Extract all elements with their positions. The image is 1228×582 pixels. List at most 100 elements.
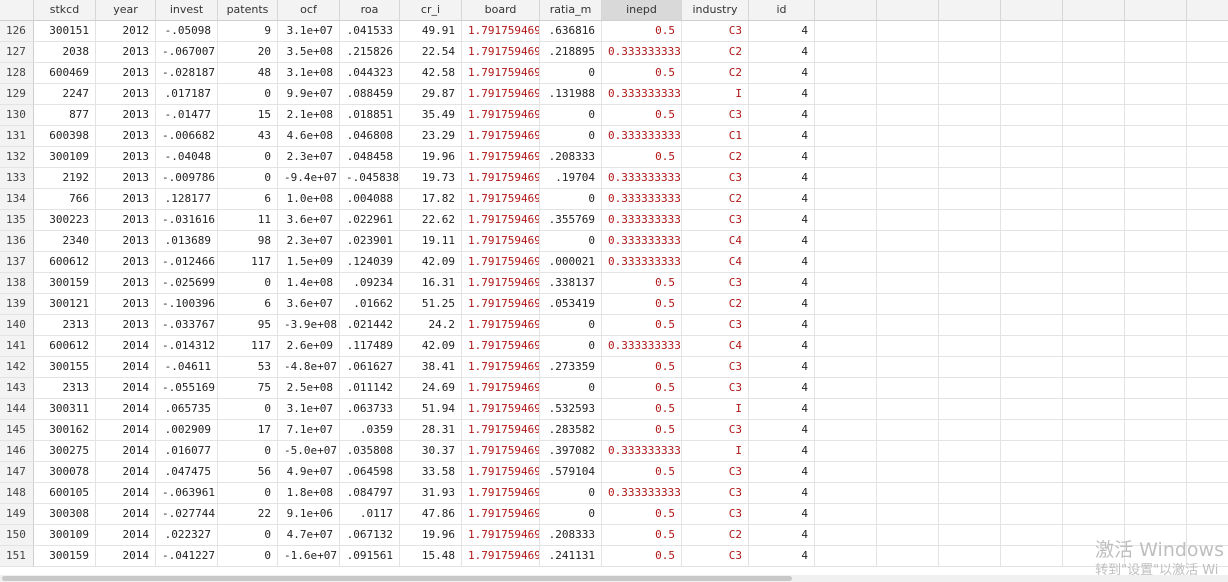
empty-cell[interactable] <box>939 294 1001 315</box>
cell-roa[interactable]: .011142 <box>340 378 400 399</box>
table-row[interactable]: 131 600398 2013 -.006682 43 4.6e+08.046808 23.… <box>0 126 1228 147</box>
cell-patents[interactable]: 53 <box>218 357 278 378</box>
row-number[interactable]: 126 <box>0 21 34 42</box>
empty-cell[interactable] <box>1001 504 1063 525</box>
cell-ratia_m[interactable]: .208333 <box>540 525 602 546</box>
cell-board[interactable]: 1.791759469 <box>462 420 540 441</box>
empty-cell[interactable] <box>939 462 1001 483</box>
table-row[interactable]: 132 300109 2013 -.04048 0 2.3e+07.048458 19.96… <box>0 147 1228 168</box>
cell-patents[interactable]: 95 <box>218 315 278 336</box>
cell-industry[interactable]: C2 <box>682 63 749 84</box>
cell-id[interactable]: 4 <box>749 147 815 168</box>
cell-roa[interactable]: .215826 <box>340 42 400 63</box>
row-number[interactable]: 129 <box>0 84 34 105</box>
cell-industry[interactable]: C2 <box>682 42 749 63</box>
empty-cell[interactable] <box>1125 504 1187 525</box>
cell-invest[interactable]: -.027744 <box>156 504 218 525</box>
cell-id[interactable]: 4 <box>749 126 815 147</box>
empty-cell[interactable] <box>939 63 1001 84</box>
cell-ocf[interactable]: -3.9e+08 <box>278 315 340 336</box>
cell-cr_i[interactable]: 38.41 <box>400 357 462 378</box>
cell-inepd[interactable]: 0.333333333 <box>602 252 682 273</box>
cell-ratia_m[interactable]: .283582 <box>540 420 602 441</box>
cell-ratia_m[interactable]: 0 <box>540 504 602 525</box>
cell-year[interactable]: 2012 <box>96 21 156 42</box>
cell-ocf[interactable]: 7.1e+07 <box>278 420 340 441</box>
cell-inepd[interactable]: 0.5 <box>602 147 682 168</box>
empty-cell[interactable] <box>1063 42 1125 63</box>
cell-ratia_m[interactable]: .338137 <box>540 273 602 294</box>
cell-inepd[interactable]: 0.5 <box>602 315 682 336</box>
cell-stkcd[interactable]: 300151 <box>34 21 96 42</box>
empty-cell[interactable] <box>877 273 939 294</box>
cell-invest[interactable]: .002909 <box>156 420 218 441</box>
empty-cell[interactable] <box>939 525 1001 546</box>
empty-cell[interactable] <box>1063 441 1125 462</box>
cell-invest[interactable]: .065735 <box>156 399 218 420</box>
column-header-patents[interactable]: patents <box>218 0 278 21</box>
cell-stkcd[interactable]: 300109 <box>34 147 96 168</box>
cell-industry[interactable]: C3 <box>682 546 749 567</box>
empty-cell[interactable] <box>939 441 1001 462</box>
row-number[interactable]: 140 <box>0 315 34 336</box>
cell-ratia_m[interactable]: .218895 <box>540 42 602 63</box>
cell-cr_i[interactable]: 24.69 <box>400 378 462 399</box>
cell-stkcd[interactable]: 2313 <box>34 378 96 399</box>
header-corner[interactable] <box>0 0 34 21</box>
cell-inepd[interactable]: 0.5 <box>602 378 682 399</box>
cell-roa[interactable]: .117489 <box>340 336 400 357</box>
empty-cell[interactable] <box>1187 294 1228 315</box>
empty-cell[interactable] <box>877 210 939 231</box>
cell-cr_i[interactable]: 15.48 <box>400 546 462 567</box>
empty-cell[interactable] <box>815 483 877 504</box>
empty-cell[interactable] <box>1063 168 1125 189</box>
empty-cell[interactable] <box>1125 84 1187 105</box>
column-header-cr_i[interactable]: cr_i <box>400 0 462 21</box>
empty-cell[interactable] <box>1187 84 1228 105</box>
empty-cell[interactable] <box>1063 189 1125 210</box>
cell-stkcd[interactable]: 300121 <box>34 294 96 315</box>
cell-invest[interactable]: -.04048 <box>156 147 218 168</box>
empty-cell[interactable] <box>1001 546 1063 567</box>
cell-ratia_m[interactable]: 0 <box>540 231 602 252</box>
cell-patents[interactable]: 6 <box>218 294 278 315</box>
cell-ocf[interactable]: 4.6e+08 <box>278 126 340 147</box>
cell-board[interactable]: 1.791759469 <box>462 483 540 504</box>
cell-ocf[interactable]: -1.6e+07 <box>278 546 340 567</box>
cell-ocf[interactable]: 3.1e+08 <box>278 63 340 84</box>
cell-board[interactable]: 1.791759469 <box>462 168 540 189</box>
cell-inepd[interactable]: 0.333333333 <box>602 42 682 63</box>
empty-cell[interactable] <box>815 126 877 147</box>
empty-cell[interactable] <box>1125 462 1187 483</box>
empty-cell[interactable] <box>939 420 1001 441</box>
empty-cell[interactable] <box>815 273 877 294</box>
empty-cell[interactable] <box>877 63 939 84</box>
cell-invest[interactable]: -.028187 <box>156 63 218 84</box>
cell-year[interactable]: 2013 <box>96 315 156 336</box>
table-row[interactable]: 126 300151 2012 -.05098 9 3.1e+07.041533 49.91… <box>0 21 1228 42</box>
empty-cell[interactable] <box>877 21 939 42</box>
cell-invest[interactable]: -.01477 <box>156 105 218 126</box>
cell-patents[interactable]: 0 <box>218 525 278 546</box>
empty-cell[interactable] <box>815 441 877 462</box>
cell-board[interactable]: 1.791759469 <box>462 231 540 252</box>
cell-stkcd[interactable]: 2038 <box>34 42 96 63</box>
cell-ratia_m[interactable]: 0 <box>540 126 602 147</box>
table-row[interactable]: 130 877 2013 -.01477 15 2.1e+08.018851 35.49 1.… <box>0 105 1228 126</box>
cell-id[interactable]: 4 <box>749 63 815 84</box>
column-header-board[interactable]: board <box>462 0 540 21</box>
empty-cell[interactable] <box>877 483 939 504</box>
cell-invest[interactable]: -.100396 <box>156 294 218 315</box>
cell-cr_i[interactable]: 51.94 <box>400 399 462 420</box>
empty-cell[interactable] <box>1001 441 1063 462</box>
cell-ocf[interactable]: 3.6e+07 <box>278 294 340 315</box>
empty-cell[interactable] <box>939 273 1001 294</box>
empty-cell[interactable] <box>1187 273 1228 294</box>
empty-cell[interactable] <box>1187 399 1228 420</box>
empty-cell[interactable] <box>815 63 877 84</box>
empty-cell[interactable] <box>877 336 939 357</box>
column-header-roa[interactable]: roa <box>340 0 400 21</box>
cell-invest[interactable]: .016077 <box>156 441 218 462</box>
row-number[interactable]: 146 <box>0 441 34 462</box>
cell-ocf[interactable]: 1.4e+08 <box>278 273 340 294</box>
